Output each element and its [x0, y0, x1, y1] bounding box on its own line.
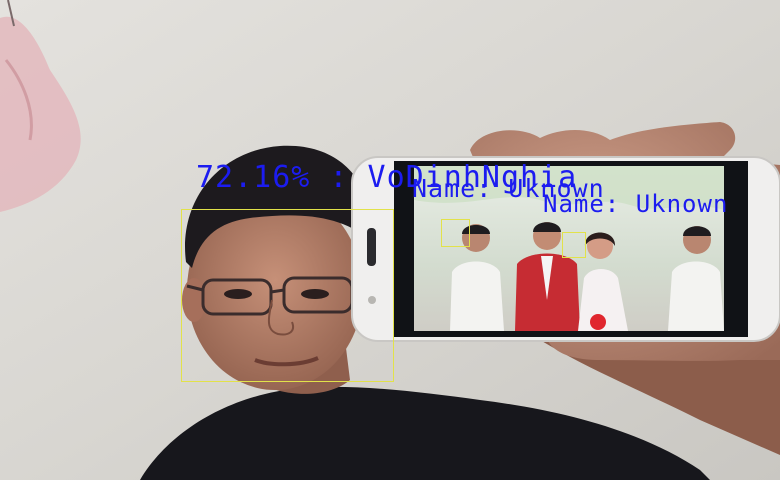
- photo-bouquet: [590, 314, 606, 330]
- photo-person-1-body: [450, 261, 504, 331]
- face-bounding-box-main: [181, 209, 394, 382]
- face-bounding-box-photo-bride: [562, 232, 586, 258]
- recognition-label-unknown-2: Name: Uknown: [543, 190, 729, 218]
- face-bounding-box-photo-left: [441, 219, 470, 247]
- photo-person-4-body: [668, 261, 724, 331]
